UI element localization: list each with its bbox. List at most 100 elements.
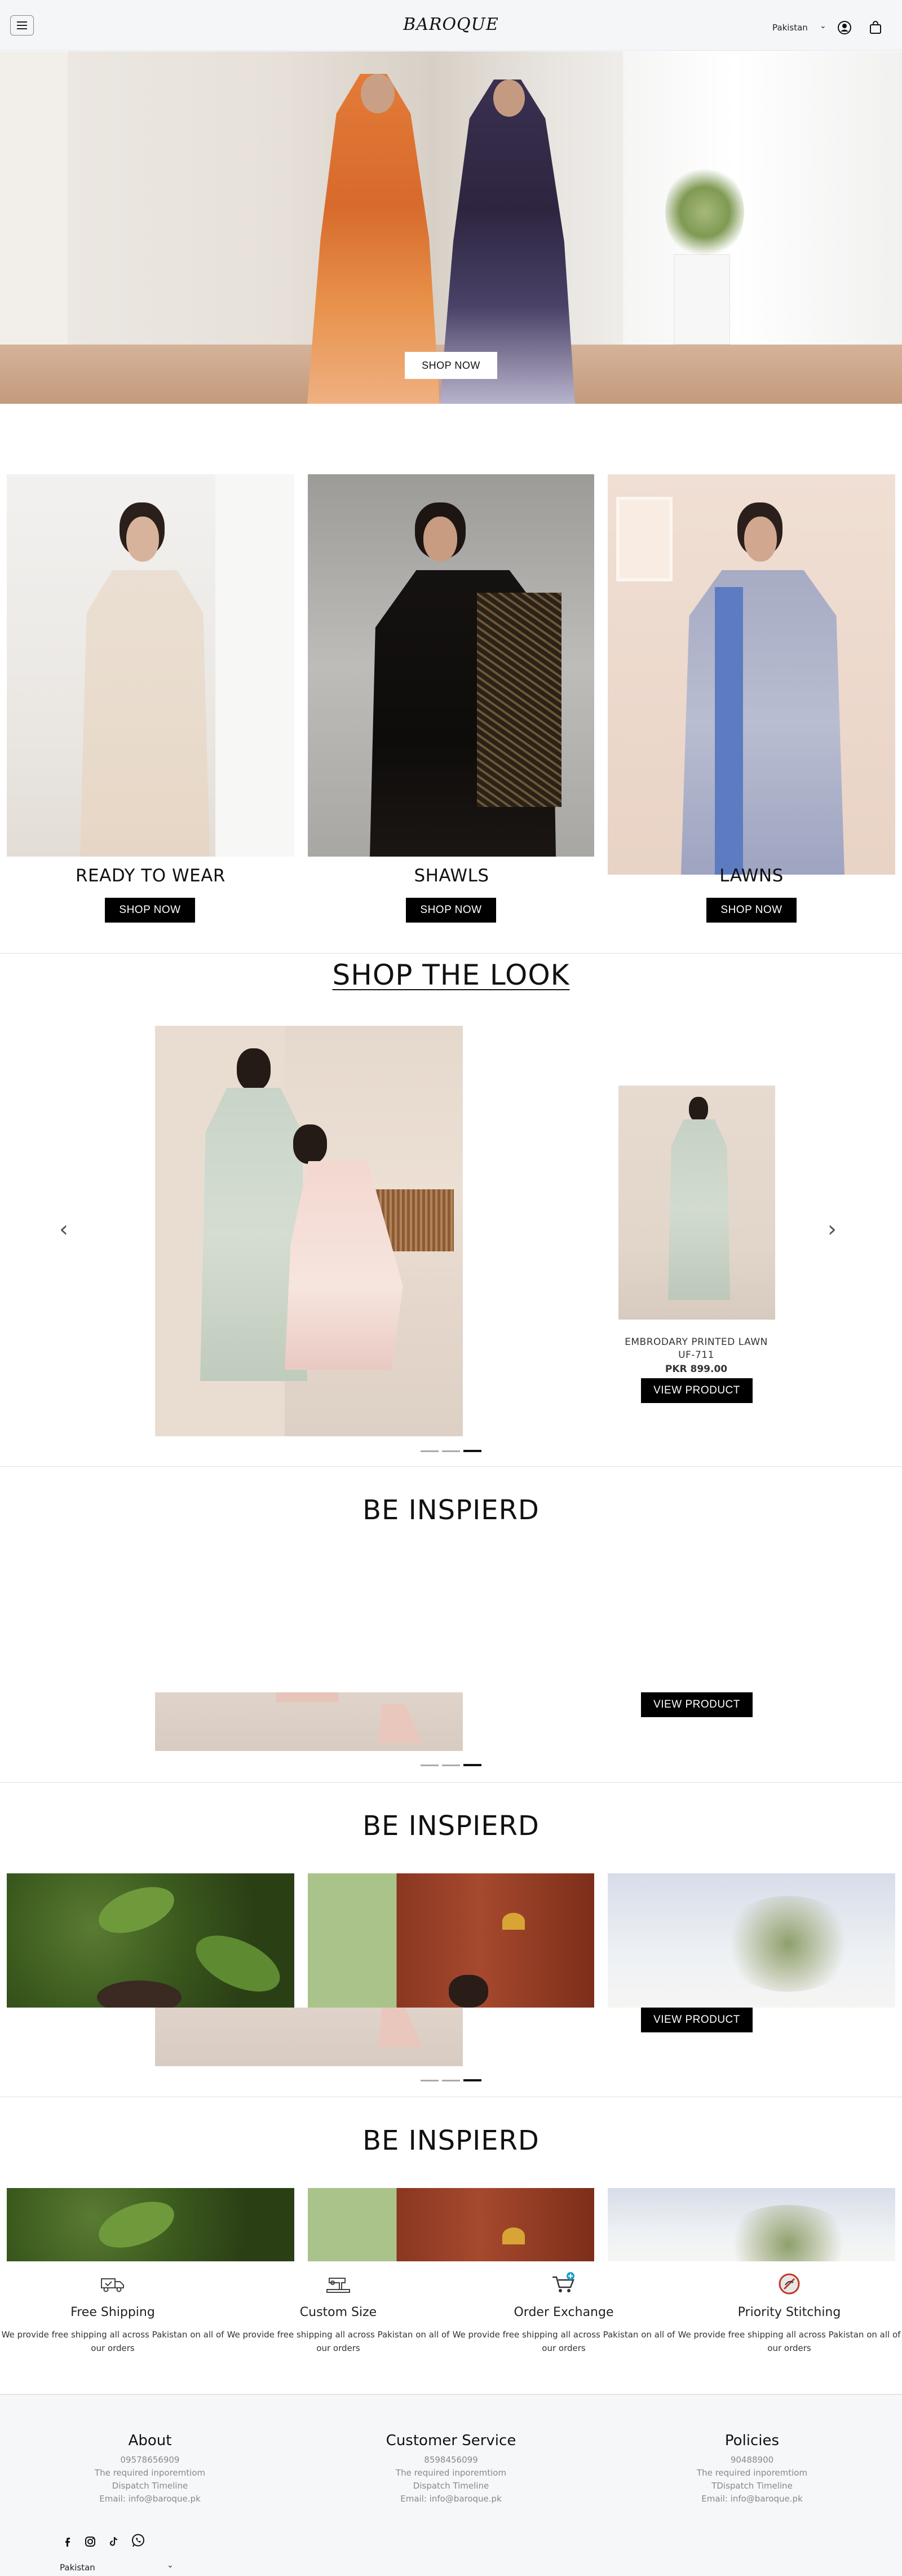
feature-description: We provide free shipping all across Paki… xyxy=(452,2330,675,2353)
dupatta xyxy=(715,587,743,875)
footer-phone[interactable]: 8598456099 xyxy=(310,2454,592,2467)
footer-link[interactable]: Dispatch Timeline xyxy=(9,2480,291,2493)
footer-link[interactable]: The required inporemtiom xyxy=(9,2467,291,2480)
brand-logo[interactable]: BAROQUE xyxy=(0,15,902,34)
shawl-pattern xyxy=(477,593,561,807)
inspired-image-interior[interactable] xyxy=(308,1873,594,2008)
hair-shape xyxy=(97,1980,182,2008)
inspired-outfit-edge xyxy=(276,1692,338,1702)
category-shop-now-button[interactable]: SHOP NOW xyxy=(706,898,797,923)
instagram-icon[interactable] xyxy=(84,2535,96,2548)
model-outfit xyxy=(681,570,844,875)
window-frame xyxy=(616,497,673,581)
bag-icon[interactable] xyxy=(868,20,883,35)
feature-description: We provide free shipping all across Paki… xyxy=(1,2330,224,2353)
inspired-image-sky[interactable] xyxy=(608,1873,895,2008)
shop-the-look-title: SHOP THE LOOK xyxy=(332,959,570,991)
footer-link[interactable]: TDispatch Timeline xyxy=(611,2480,893,2493)
section-divider xyxy=(0,1782,902,1783)
leaf-shape xyxy=(92,2193,180,2257)
inspired-title: BE INSPIERD xyxy=(362,1494,540,1526)
hero-planter xyxy=(674,254,730,345)
footer-link[interactable]: The required inporemtiom xyxy=(611,2467,893,2480)
carousel-dot-active[interactable] xyxy=(463,1764,481,1766)
inspired-image-peek xyxy=(155,2008,463,2066)
tiktok-icon[interactable] xyxy=(108,2535,120,2548)
card-bg-panel xyxy=(215,474,294,857)
view-product-button[interactable]: VIEW PRODUCT xyxy=(641,2008,753,2032)
view-product-button[interactable]: VIEW PRODUCT xyxy=(641,1378,753,1403)
carousel-dot[interactable] xyxy=(442,2080,460,2081)
inspired-image-peek xyxy=(155,1692,463,1751)
user-icon[interactable] xyxy=(837,20,852,35)
inspired-title: BE INSPIERD xyxy=(362,2125,540,2156)
whatsapp-icon[interactable] xyxy=(131,2533,145,2548)
inspired-shoes xyxy=(378,2008,423,2047)
feature-title: Priority Stitching xyxy=(737,2305,841,2319)
category-shop-now-button[interactable]: SHOP NOW xyxy=(406,898,496,923)
chevron-down-icon: ⌄ xyxy=(820,21,826,30)
carousel-dot[interactable] xyxy=(421,2080,439,2081)
carousel-dot[interactable] xyxy=(442,1765,460,1766)
inspired-title: BE INSPIERD xyxy=(362,1810,540,1842)
hero-shop-now-button[interactable]: SHOP NOW xyxy=(405,352,497,379)
carousel-dot-active[interactable] xyxy=(463,2079,481,2081)
feature-description: We provide free shipping all across Paki… xyxy=(678,2330,901,2353)
carousel-dots xyxy=(421,1449,483,1453)
footer-link[interactable]: Dispatch Timeline xyxy=(310,2480,592,2493)
model-hair xyxy=(689,1097,708,1122)
footer-phone[interactable]: 90488900 xyxy=(611,2454,893,2467)
hero-window xyxy=(623,51,902,345)
model-hair xyxy=(293,1124,327,1164)
inspired-image-leaves[interactable] xyxy=(7,2188,294,2261)
model-outfit xyxy=(668,1119,730,1300)
hero-model-face xyxy=(493,80,525,117)
lamp-shape xyxy=(502,1913,525,1930)
hero-wall xyxy=(0,51,68,345)
country-select-value: Pakistan xyxy=(772,23,808,33)
look-product-image[interactable] xyxy=(618,1086,775,1320)
footer-country-select[interactable]: Pakistan ⌄ xyxy=(60,2561,176,2575)
inspired-image-interior[interactable] xyxy=(308,2188,594,2261)
hero-banner: SHOP NOW xyxy=(0,51,902,404)
chevron-left-icon[interactable]: ‹ xyxy=(59,1218,68,1241)
footer-link[interactable]: The required inporemtiom xyxy=(310,2467,592,2480)
inspired-image-sky[interactable] xyxy=(608,2188,895,2261)
leaf-shape xyxy=(92,1878,180,1942)
model-outfit xyxy=(80,570,210,857)
feature-description: We provide free shipping all across Paki… xyxy=(227,2330,450,2353)
chevron-right-icon[interactable]: › xyxy=(828,1218,837,1241)
carousel-dot-active[interactable] xyxy=(463,1450,481,1452)
category-card-ready-to-wear[interactable] xyxy=(7,474,294,857)
footer-email[interactable]: Email: info@baroque.pk xyxy=(611,2493,893,2506)
category-label-lawns: LAWNS xyxy=(719,866,784,886)
footer-phone[interactable]: 09578656909 xyxy=(9,2454,291,2467)
footer-heading: Customer Service xyxy=(386,2432,516,2449)
hero-model-face xyxy=(361,74,395,113)
look-main-image[interactable] xyxy=(155,1026,463,1436)
footer-about: About 09578656909 The required inporemti… xyxy=(9,2432,291,2506)
footer-email[interactable]: Email: info@baroque.pk xyxy=(9,2493,291,2506)
stitching-icon xyxy=(779,2273,800,2295)
feature-title: Free Shipping xyxy=(70,2305,155,2319)
carousel-dot[interactable] xyxy=(421,1450,439,1452)
country-select[interactable]: Pakistan ⌄ xyxy=(772,21,826,33)
category-shop-now-button[interactable]: SHOP NOW xyxy=(105,898,195,923)
lamp-shape xyxy=(502,2227,525,2244)
section-divider xyxy=(0,1466,902,1467)
footer-email[interactable]: Email: info@baroque.pk xyxy=(310,2493,592,2506)
carousel-dot[interactable] xyxy=(442,1450,460,1452)
hero-plant xyxy=(665,164,744,260)
palm-shape xyxy=(720,1896,856,1992)
carousel-dot[interactable] xyxy=(421,1765,439,1766)
category-card-shawls[interactable] xyxy=(308,474,594,857)
hair-shape xyxy=(449,1975,488,2008)
category-card-lawns[interactable] xyxy=(608,474,895,875)
leaf-shape xyxy=(187,1924,289,2004)
view-product-button[interactable]: VIEW PRODUCT xyxy=(641,1692,753,1717)
inspired-image-leaves[interactable] xyxy=(7,1873,294,2008)
truck-icon xyxy=(101,2278,124,2292)
facebook-icon[interactable] xyxy=(61,2535,73,2548)
inspired-shoes xyxy=(378,1704,423,1743)
model-face xyxy=(126,517,159,562)
